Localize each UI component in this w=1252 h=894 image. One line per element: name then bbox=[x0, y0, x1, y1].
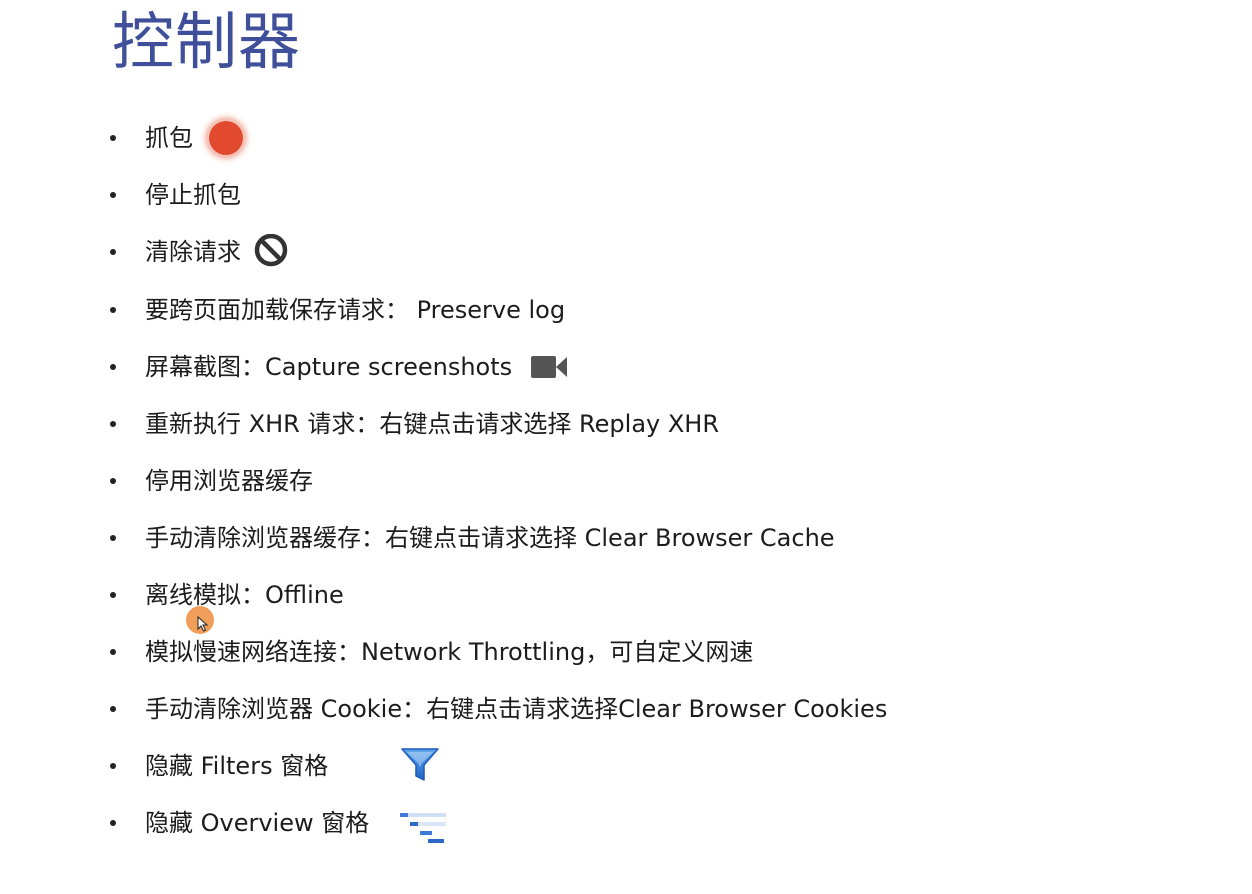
bullet-dot bbox=[110, 364, 116, 370]
bullet-dot bbox=[110, 135, 116, 141]
bullet-dot bbox=[110, 763, 116, 769]
bullet-dot bbox=[110, 421, 116, 427]
bullet-list: 抓包 停止抓包 清除请求 要跨页面加载保存请求： Preserve log 屏幕… bbox=[0, 0, 1252, 894]
item-text: 重新执行 XHR 请求：右键点击请求选择 Replay XHR bbox=[145, 410, 720, 438]
item-text: 手动清除浏览器 Cookie：右键点击请求选择Clear Browser Coo… bbox=[145, 695, 888, 723]
list-item-throttling: 模拟慢速网络连接：Network Throttling，可自定义网速 bbox=[110, 632, 753, 672]
list-item-disable-cache: 停用浏览器缓存 bbox=[110, 461, 313, 501]
item-text: 抓包 bbox=[145, 124, 193, 152]
list-item-hide-filters: 隐藏 Filters 窗格 bbox=[110, 746, 328, 786]
bullet-dot bbox=[110, 249, 116, 255]
bullet-dot bbox=[110, 478, 116, 484]
list-item-stop-capture: 停止抓包 bbox=[110, 175, 241, 215]
item-text: 屏幕截图：Capture screenshots bbox=[145, 353, 513, 381]
list-item-capture: 抓包 bbox=[110, 118, 245, 158]
list-item-screenshots: 屏幕截图：Capture screenshots bbox=[110, 347, 568, 387]
list-item-hide-overview: 隐藏 Overview 窗格 bbox=[110, 803, 369, 843]
list-item-clear-cache: 手动清除浏览器缓存：右键点击请求选择 Clear Browser Cache bbox=[110, 518, 835, 558]
bullet-dot bbox=[110, 535, 116, 541]
clear-icon bbox=[253, 234, 289, 270]
item-text: 隐藏 Filters 窗格 bbox=[145, 752, 329, 780]
item-text: 停用浏览器缓存 bbox=[145, 467, 313, 495]
item-text: 手动清除浏览器缓存：右键点击请求选择 Clear Browser Cache bbox=[145, 524, 835, 552]
item-text: 清除请求 bbox=[145, 238, 241, 266]
item-text: 隐藏 Overview 窗格 bbox=[145, 809, 370, 837]
bullet-dot bbox=[110, 706, 116, 712]
bullet-dot bbox=[110, 192, 116, 198]
item-text: 停止抓包 bbox=[145, 181, 241, 209]
bullet-dot bbox=[110, 649, 116, 655]
list-item-replay-xhr: 重新执行 XHR 请求：右键点击请求选择 Replay XHR bbox=[110, 404, 719, 444]
item-text: 模拟慢速网络连接：Network Throttling，可自定义网速 bbox=[145, 638, 754, 666]
list-item-preserve-log: 要跨页面加载保存请求： Preserve log bbox=[110, 290, 565, 330]
camera-icon bbox=[530, 354, 568, 380]
bullet-dot bbox=[110, 307, 116, 313]
filter-icon bbox=[400, 746, 440, 784]
item-text: 要跨页面加载保存请求： Preserve log bbox=[145, 296, 566, 324]
list-item-clear-cookies: 手动清除浏览器 Cookie：右键点击请求选择Clear Browser Coo… bbox=[110, 689, 887, 729]
bullet-dot bbox=[110, 820, 116, 826]
list-item-clear-requests: 清除请求 bbox=[110, 232, 289, 272]
record-icon bbox=[207, 119, 245, 157]
mouse-pointer-icon bbox=[197, 616, 209, 632]
item-text: 离线模拟：Offline bbox=[145, 581, 344, 609]
list-item-offline: 离线模拟：Offline bbox=[110, 575, 344, 615]
bullet-dot bbox=[110, 592, 116, 598]
overview-icon bbox=[400, 808, 448, 844]
